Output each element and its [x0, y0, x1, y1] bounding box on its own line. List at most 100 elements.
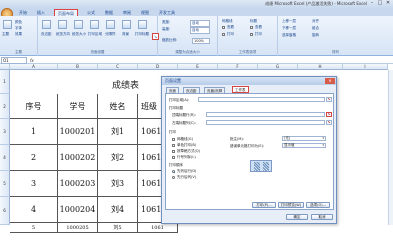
dialog-close-icon[interactable]: ✕ — [325, 78, 335, 84]
breaks-button[interactable]: 分隔符 — [105, 32, 116, 37]
gridlines-print-checkbox[interactable] — [222, 33, 225, 36]
width-select[interactable]: 自动 — [190, 20, 210, 27]
print-area-picker-icon[interactable]: ⬉ — [326, 97, 332, 102]
background-icon[interactable] — [122, 20, 131, 29]
ok-button[interactable]: 确定 — [286, 214, 308, 220]
themes-icon[interactable] — [3, 20, 12, 29]
print-preview-button[interactable]: 打印预览(W) — [278, 202, 304, 208]
col-header-i[interactable]: I — [343, 64, 388, 70]
size-button[interactable]: 纸张大小 — [72, 32, 86, 37]
errors-select[interactable]: 显示值 — [282, 143, 326, 148]
name-box[interactable]: O1 — [1, 57, 27, 64]
header-cell-id[interactable]: 学号 — [58, 94, 98, 119]
headings-view-checkbox[interactable] — [250, 26, 253, 29]
table-row-5-seq[interactable]: 5 — [10, 223, 58, 233]
rotate-button[interactable]: 旋转 — [312, 33, 319, 38]
table-row-4-name[interactable]: 刘4 — [98, 197, 138, 223]
fx-icon[interactable]: fx — [30, 57, 34, 64]
tab-formulas[interactable]: 公式 — [84, 9, 98, 16]
page-setup-launcher-icon[interactable]: ↘ — [152, 33, 159, 40]
send-backward-button[interactable]: 下移一层 — [282, 26, 296, 31]
col-header-d[interactable]: D — [138, 64, 178, 70]
draft-checkbox[interactable] — [172, 150, 175, 153]
size-icon[interactable] — [74, 20, 83, 29]
sheet-title-cell[interactable]: 成绩表 — [112, 78, 139, 91]
table-row-4-id[interactable]: 1000204 — [58, 197, 98, 223]
minimize-button[interactable]: – — [368, 0, 376, 7]
print-button[interactable]: 打印(P)... — [252, 202, 276, 208]
gridlines-view-checkbox[interactable] — [222, 26, 225, 29]
tab-developer[interactable]: 开发工具 — [156, 9, 178, 16]
table-row-1-id[interactable]: 1000201 — [58, 119, 98, 145]
row-header-6[interactable]: 6 — [0, 197, 10, 225]
table-row-1-name[interactable]: 刘1 — [98, 119, 138, 145]
background-button[interactable]: 背景 — [122, 32, 129, 37]
headings-print-checkbox[interactable] — [250, 33, 253, 36]
gridlines-checkbox[interactable] — [172, 138, 175, 141]
options-button[interactable]: 选项(O)... — [306, 202, 330, 208]
maximize-button[interactable]: □ — [376, 0, 384, 7]
table-row-5-id[interactable]: 1000205 — [58, 223, 98, 233]
col-header-c[interactable]: C — [98, 64, 138, 70]
table-row-1-seq[interactable]: 1 — [10, 119, 58, 145]
table-row-2-seq[interactable]: 2 — [10, 145, 58, 171]
cancel-button[interactable]: 取消 — [311, 214, 333, 220]
row-header-1[interactable]: 1 — [0, 70, 10, 94]
table-row-3-id[interactable]: 1000203 — [58, 171, 98, 197]
themes-button[interactable]: 主题 — [2, 32, 9, 37]
print-titles-icon[interactable] — [138, 20, 147, 29]
tab-view[interactable]: 视图 — [138, 9, 152, 16]
align-button[interactable]: 对齐 — [312, 19, 319, 24]
row-header-3[interactable]: 3 — [0, 119, 10, 145]
margins-button[interactable]: 页边距 — [41, 32, 52, 37]
orientation-button[interactable]: 纸张方向 — [56, 32, 70, 37]
scale-input[interactable]: 100% — [192, 38, 210, 44]
left-cols-input[interactable] — [206, 120, 325, 125]
col-header-a[interactable]: A — [10, 64, 58, 70]
col-header-g[interactable]: G — [258, 64, 298, 70]
table-row-5-class[interactable]: 1061 — [138, 223, 178, 233]
order-over-radio[interactable] — [172, 176, 175, 179]
table-row-5-name[interactable]: 刘5 — [98, 223, 138, 233]
theme-effects[interactable]: 效果 — [15, 32, 22, 37]
margins-icon[interactable] — [42, 20, 51, 29]
top-rows-picker-icon[interactable]: ⬉ — [326, 112, 332, 117]
selection-pane-button[interactable]: 选择窗格 — [282, 33, 296, 38]
row-header-5[interactable]: 5 — [0, 171, 10, 197]
print-area-icon[interactable] — [90, 20, 99, 29]
tab-insert[interactable]: 插入 — [34, 9, 48, 16]
breaks-icon[interactable] — [106, 20, 115, 29]
order-down-radio[interactable] — [172, 170, 175, 173]
top-rows-input[interactable] — [206, 112, 325, 117]
vertical-scrollbar[interactable] — [388, 70, 393, 225]
col-header-b[interactable]: B — [58, 64, 98, 70]
theme-fonts[interactable]: 字体 — [15, 26, 22, 31]
height-select[interactable]: 自动 — [190, 27, 210, 34]
table-row-4-seq[interactable]: 4 — [10, 197, 58, 223]
tab-review[interactable]: 审阅 — [120, 9, 134, 16]
table-row-2-id[interactable]: 1000202 — [58, 145, 98, 171]
orientation-icon[interactable] — [58, 20, 67, 29]
headings-checkbox[interactable] — [172, 156, 175, 159]
row-header-2[interactable]: 2 — [0, 94, 10, 119]
col-header-h[interactable]: H — [298, 64, 343, 70]
tab-data[interactable]: 数据 — [102, 9, 116, 16]
tab-page-layout[interactable]: 页面布局 — [54, 9, 78, 16]
row-header-4[interactable]: 4 — [0, 145, 10, 171]
col-header-e[interactable]: E — [178, 64, 218, 70]
left-cols-picker-icon[interactable]: ⬉ — [326, 120, 332, 125]
table-row-2-name[interactable]: 刘2 — [98, 145, 138, 171]
table-row-3-name[interactable]: 刘3 — [98, 171, 138, 197]
tab-home[interactable]: 开始 — [16, 9, 30, 16]
table-row-3-seq[interactable]: 3 — [10, 171, 58, 197]
print-area-button[interactable]: 打印区域 — [88, 32, 102, 37]
mono-checkbox[interactable] — [172, 144, 175, 147]
header-cell-name[interactable]: 姓名 — [98, 94, 138, 119]
print-area-input[interactable] — [198, 97, 325, 102]
dialog-tab-sheet[interactable]: 工作表 — [232, 86, 249, 93]
bring-forward-button[interactable]: 上移一层 — [282, 19, 296, 24]
theme-colors[interactable]: 颜色 — [15, 20, 22, 25]
close-button[interactable]: ✕ — [384, 0, 392, 7]
header-cell-seq[interactable]: 序号 — [10, 94, 58, 119]
print-titles-button[interactable]: 打印标题 — [135, 32, 149, 37]
